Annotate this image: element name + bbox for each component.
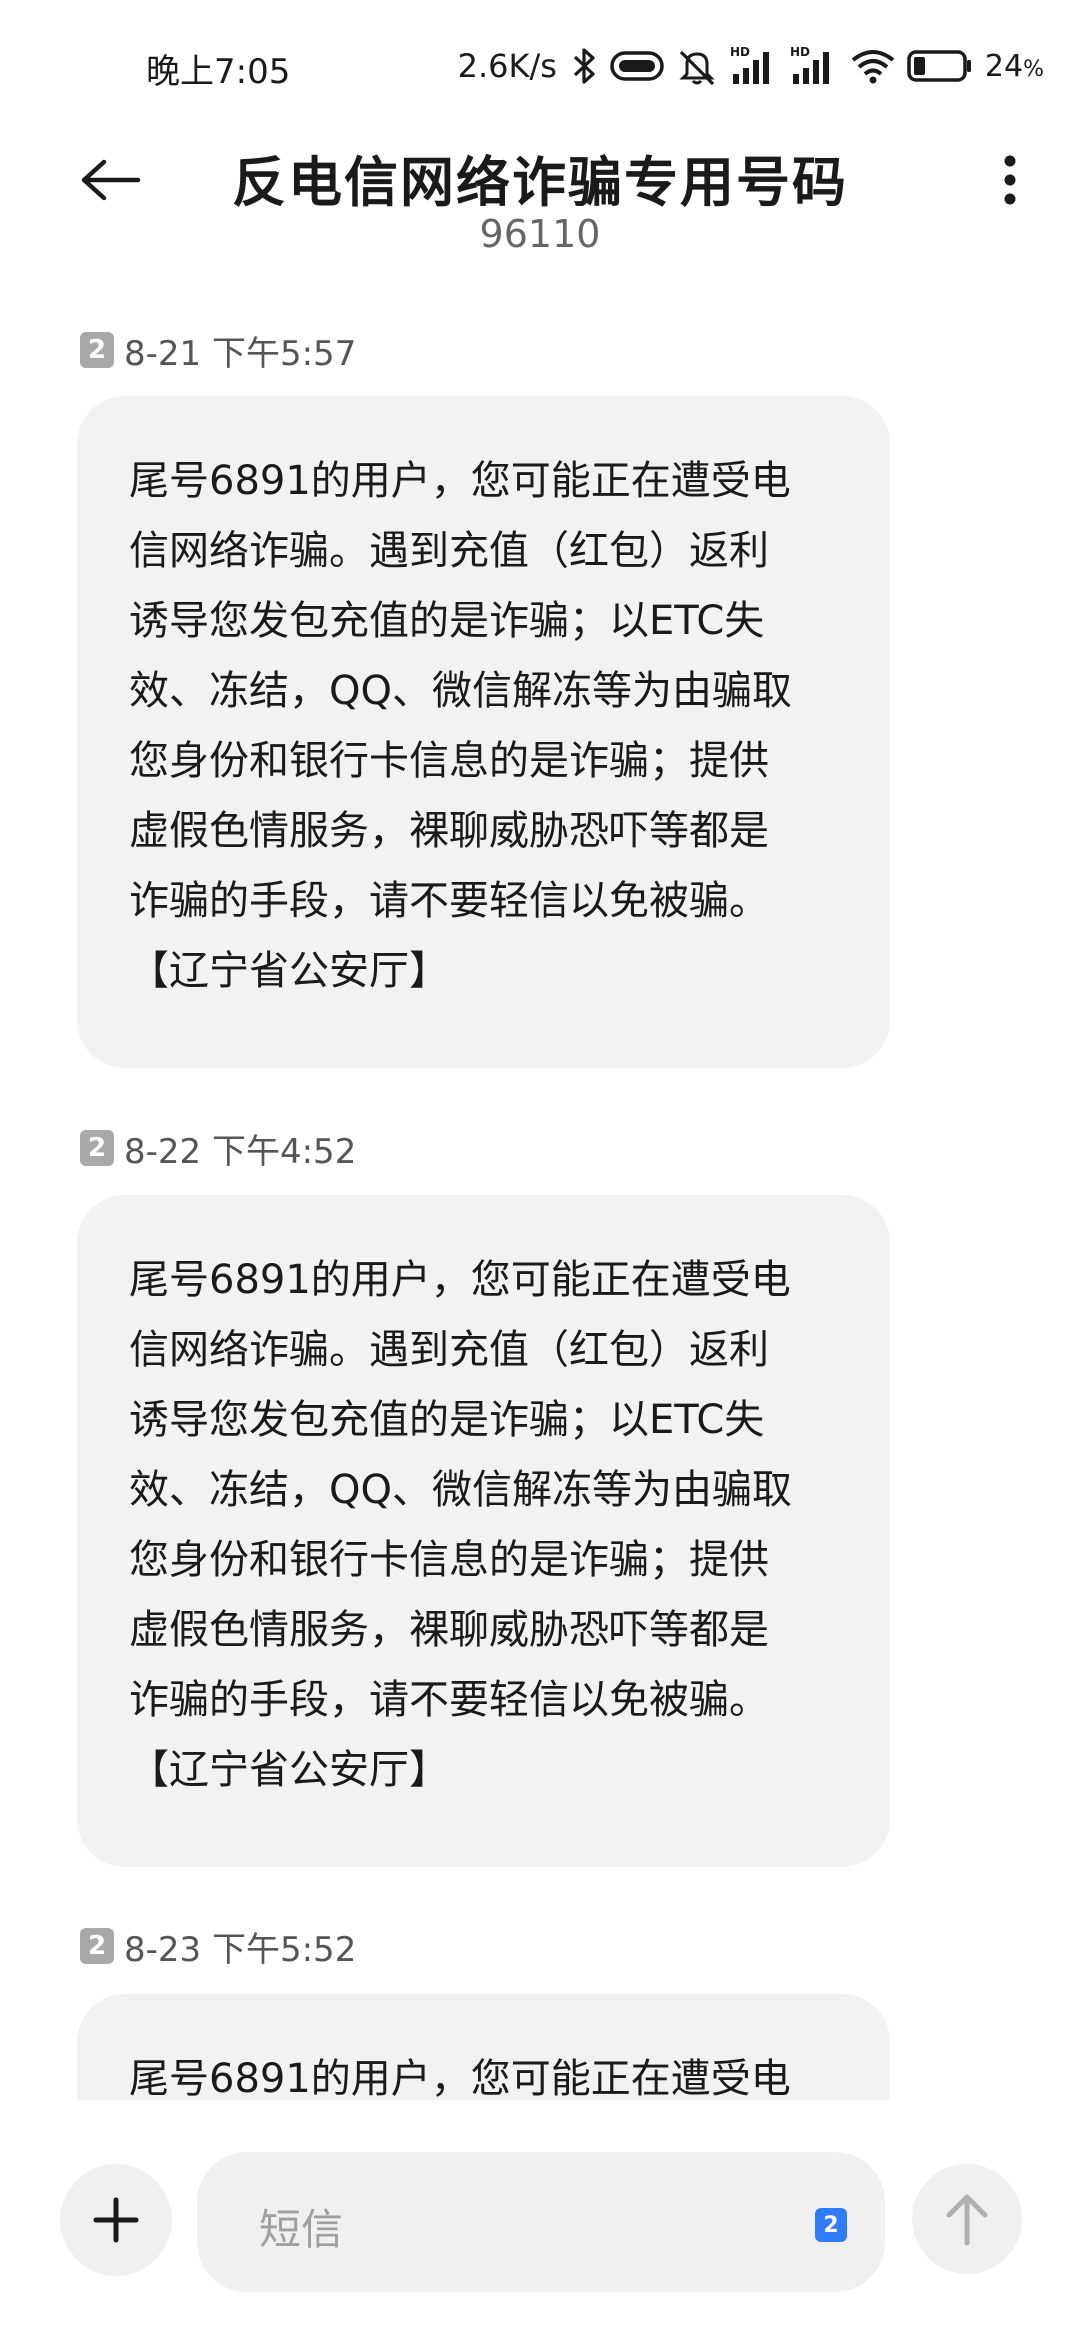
- bluetooth-icon: [571, 42, 599, 90]
- message-timestamp: 8-23 下午5:52: [124, 1929, 357, 1970]
- attach-button[interactable]: [60, 2164, 172, 2276]
- message-meta: 2 8-23 下午5:52: [80, 1921, 356, 1971]
- sms-input[interactable]: 短信 2: [197, 2152, 885, 2292]
- mute-icon: [675, 42, 719, 90]
- battery-icon: [907, 42, 973, 90]
- sim-badge: 2: [80, 1130, 114, 1166]
- status-time: 晚上7:05: [146, 52, 291, 92]
- plus-icon: [93, 2197, 139, 2243]
- sms-conversation-screen: 晚上7:05 2.6K/s HD HD 24% 反电信网络诈骗专用号码 9611…: [0, 0, 1080, 2340]
- hd-label-1: HD: [730, 45, 750, 59]
- sms-placeholder: 短信: [259, 2205, 344, 2254]
- message-bubble[interactable]: 尾号6891的用户，您可能正在遭受电: [77, 1994, 890, 2100]
- status-bar: 晚上7:05 2.6K/s HD HD 24%: [0, 0, 1080, 130]
- message-timestamp: 8-22 下午4:52: [124, 1131, 357, 1172]
- network-speed: 2.6K/s: [457, 47, 557, 85]
- battery-percent: 24%: [984, 48, 1044, 84]
- contact-title: 反电信网络诈骗专用号码: [232, 151, 848, 214]
- more-options-button[interactable]: [980, 140, 1040, 220]
- more-vertical-icon: [1004, 155, 1016, 205]
- message-bubble[interactable]: 尾号6891的用户，您可能正在遭受电 信网络诈骗。遇到充值（红包）返利 诱导您发…: [77, 1195, 890, 1867]
- send-arrow-icon: [946, 2194, 988, 2246]
- contact-number: 96110: [479, 212, 601, 256]
- sim-badge: 2: [80, 332, 114, 368]
- sim-badge: 2: [80, 1928, 114, 1964]
- status-icons: 2.6K/s HD HD 24%: [458, 40, 1044, 92]
- vibrate-pill-icon: [609, 42, 665, 90]
- hd-signal-2-icon: HD: [789, 42, 839, 90]
- message-bubble[interactable]: 尾号6891的用户，您可能正在遭受电 信网络诈骗。遇到充值（红包）返利 诱导您发…: [77, 396, 890, 1068]
- hd-label-2: HD: [790, 45, 810, 59]
- conversation-header: 反电信网络诈骗专用号码 96110: [0, 130, 1080, 270]
- sim-indicator[interactable]: 2: [815, 2208, 847, 2242]
- message-meta: 2 8-22 下午4:52: [80, 1123, 356, 1173]
- composer-bar: 短信 2: [0, 2110, 1080, 2340]
- wifi-icon: [849, 42, 897, 90]
- send-button[interactable]: [912, 2164, 1022, 2274]
- message-list[interactable]: 2 8-21 下午5:57 尾号6891的用户，您可能正在遭受电 信网络诈骗。遇…: [0, 300, 1080, 2100]
- message-meta: 2 8-21 下午5:57: [80, 325, 356, 375]
- message-timestamp: 8-21 下午5:57: [124, 333, 357, 374]
- hd-signal-1-icon: HD: [729, 42, 779, 90]
